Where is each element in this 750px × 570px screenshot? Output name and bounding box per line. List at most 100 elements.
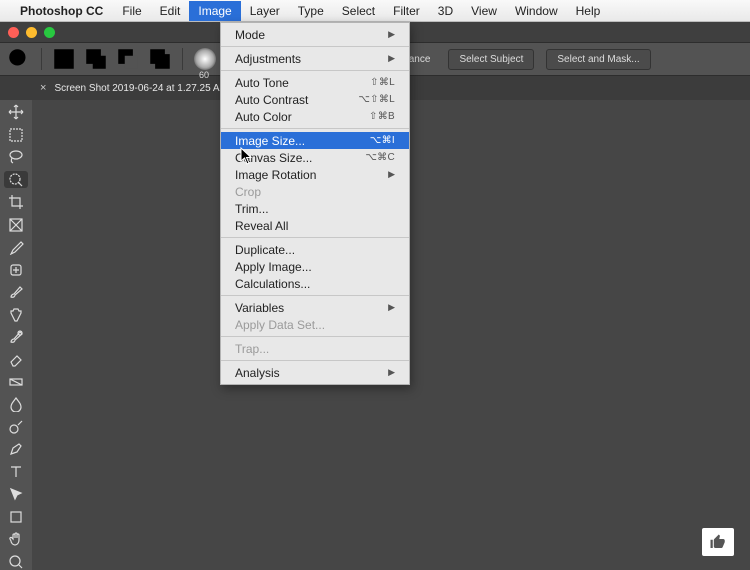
menu-item-label: Reveal All xyxy=(235,219,288,233)
tool-eraser[interactable] xyxy=(4,351,28,367)
tool-preset-picker[interactable] xyxy=(6,48,32,70)
menu-separator xyxy=(221,237,409,238)
menu-item-shortcut: ⌥⇧⌘L xyxy=(358,94,395,105)
tab-close-icon[interactable]: × xyxy=(40,82,46,94)
menu-item-apply-image[interactable]: Apply Image... xyxy=(221,258,409,275)
menu-item-label: Crop xyxy=(235,185,261,199)
tool-move[interactable] xyxy=(4,104,28,120)
tool-eyedropper[interactable] xyxy=(4,239,28,255)
tool-brush[interactable] xyxy=(4,284,28,300)
submenu-arrow-icon: ▶ xyxy=(388,367,395,378)
tools-panel xyxy=(0,100,32,570)
menu-separator xyxy=(221,70,409,71)
menu-item-label: Auto Contrast xyxy=(235,93,308,107)
menu-file[interactable]: File xyxy=(113,1,150,21)
menu-item-label: Image Rotation xyxy=(235,168,316,182)
menu-item-label: Image Size... xyxy=(235,134,305,148)
menu-item-trim[interactable]: Trim... xyxy=(221,200,409,217)
menu-view[interactable]: View xyxy=(462,1,506,21)
tool-pen[interactable] xyxy=(4,441,28,457)
menu-image[interactable]: Image xyxy=(189,1,240,21)
menu-select[interactable]: Select xyxy=(333,1,384,21)
like-overlay[interactable] xyxy=(702,528,734,556)
submenu-arrow-icon: ▶ xyxy=(388,169,395,180)
menu-item-variables[interactable]: Variables ▶ xyxy=(221,299,409,316)
menu-item-shortcut: ⇧⌘B xyxy=(369,111,395,122)
select-and-mask-button[interactable]: Select and Mask... xyxy=(546,49,650,70)
menu-item-duplicate[interactable]: Duplicate... xyxy=(221,241,409,258)
menu-type[interactable]: Type xyxy=(289,1,333,21)
tool-history-brush[interactable] xyxy=(4,329,28,345)
tool-quick-select[interactable] xyxy=(4,171,28,187)
menu-edit[interactable]: Edit xyxy=(151,1,190,21)
tool-clone[interactable] xyxy=(4,306,28,322)
tool-type[interactable] xyxy=(4,464,28,480)
subtract-selection-icon[interactable] xyxy=(115,48,141,70)
menu-item-label: Variables xyxy=(235,301,284,315)
menu-item-calculations[interactable]: Calculations... xyxy=(221,275,409,292)
menu-item-label: Apply Data Set... xyxy=(235,318,325,332)
app-name[interactable]: Photoshop CC xyxy=(20,4,103,18)
menu-item-label: Trim... xyxy=(235,202,269,216)
menu-help[interactable]: Help xyxy=(567,1,610,21)
menu-item-reveal-all[interactable]: Reveal All xyxy=(221,217,409,234)
menu-layer[interactable]: Layer xyxy=(241,1,289,21)
menu-separator xyxy=(221,295,409,296)
menu-item-auto-contrast[interactable]: Auto Contrast ⌥⇧⌘L xyxy=(221,91,409,108)
menu-3d[interactable]: 3D xyxy=(429,1,462,21)
image-menu-dropdown: Mode▶Adjustments▶Auto Tone⇧⌘LAuto Contra… xyxy=(220,22,410,385)
tool-rectangle[interactable] xyxy=(4,508,28,524)
menu-separator xyxy=(221,128,409,129)
tool-frame[interactable] xyxy=(4,216,28,232)
menu-separator xyxy=(221,46,409,47)
tool-marquee[interactable] xyxy=(4,126,28,142)
menu-separator xyxy=(221,360,409,361)
menu-item-mode[interactable]: Mode ▶ xyxy=(221,26,409,43)
menu-item-auto-color[interactable]: Auto Color ⇧⌘B xyxy=(221,108,409,125)
menu-item-label: Apply Image... xyxy=(235,260,312,274)
mac-menubar: Photoshop CC FileEditImageLayerTypeSelec… xyxy=(0,0,750,22)
menu-item-canvas-size[interactable]: Canvas Size...⌥⌘C xyxy=(221,149,409,166)
brush-picker[interactable]: 60 xyxy=(194,48,216,70)
new-selection-icon[interactable] xyxy=(51,48,77,70)
tool-healing[interactable] xyxy=(4,261,28,277)
menu-window[interactable]: Window xyxy=(506,1,567,21)
menu-item-image-size[interactable]: Image Size... ⌥⌘I xyxy=(221,132,409,149)
close-window-button[interactable] xyxy=(8,27,19,38)
tool-zoom[interactable] xyxy=(4,553,28,569)
menu-filter[interactable]: Filter xyxy=(384,1,429,21)
zoom-window-button[interactable] xyxy=(44,27,55,38)
menu-item-auto-tone[interactable]: Auto Tone⇧⌘L xyxy=(221,74,409,91)
menu-item-label: Duplicate... xyxy=(235,243,295,257)
menu-item-label: Calculations... xyxy=(235,277,310,291)
submenu-arrow-icon: ▶ xyxy=(388,302,395,313)
intersect-selection-icon[interactable] xyxy=(147,48,173,70)
tool-hand[interactable] xyxy=(4,531,28,547)
brush-size-label: 60 xyxy=(199,70,209,80)
menu-item-crop: Crop xyxy=(221,183,409,200)
menu-item-label: Auto Color xyxy=(235,110,292,124)
menu-item-label: Trap... xyxy=(235,342,269,356)
menu-item-analysis[interactable]: Analysis▶ xyxy=(221,364,409,381)
tool-lasso[interactable] xyxy=(4,149,28,165)
tool-gradient[interactable] xyxy=(4,374,28,390)
add-selection-icon[interactable] xyxy=(83,48,109,70)
menu-item-apply-data-set: Apply Data Set... xyxy=(221,316,409,333)
tool-crop[interactable] xyxy=(4,194,28,210)
menu-item-shortcut: ⌥⌘C xyxy=(365,152,395,163)
menu-item-trap: Trap... xyxy=(221,340,409,357)
menu-item-label: Mode xyxy=(235,28,265,42)
menu-separator xyxy=(221,336,409,337)
tool-blur[interactable] xyxy=(4,396,28,412)
submenu-arrow-icon: ▶ xyxy=(388,53,395,64)
menu-item-shortcut: ⇧⌘L xyxy=(370,77,395,88)
submenu-arrow-icon: ▶ xyxy=(388,29,395,40)
menu-item-adjustments[interactable]: Adjustments ▶ xyxy=(221,50,409,67)
menu-item-label: Adjustments xyxy=(235,52,301,66)
menu-item-image-rotation[interactable]: Image Rotation ▶ xyxy=(221,166,409,183)
tool-path-select[interactable] xyxy=(4,486,28,502)
menu-item-shortcut: ⌥⌘I xyxy=(370,135,395,146)
select-subject-button[interactable]: Select Subject xyxy=(448,49,534,70)
minimize-window-button[interactable] xyxy=(26,27,37,38)
tool-dodge[interactable] xyxy=(4,419,28,435)
